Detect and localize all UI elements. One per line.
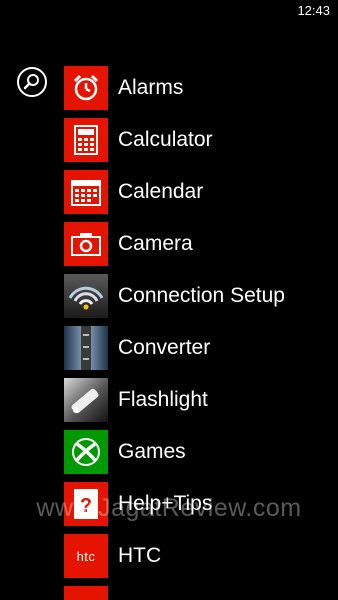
flashlight-icon xyxy=(64,378,108,422)
app-item-htc[interactable]: htc HTC xyxy=(64,534,338,578)
app-item-help-tips[interactable]: ? Help+Tips xyxy=(64,482,338,526)
app-item-calendar[interactable]: Calendar xyxy=(64,170,338,214)
app-item-calculator[interactable]: Calculator xyxy=(64,118,338,162)
converter-icon xyxy=(64,326,108,370)
app-label: Calculator xyxy=(118,128,213,151)
status-bar: 12:43 xyxy=(0,0,338,24)
alarm-clock-icon xyxy=(64,66,108,110)
calendar-icon xyxy=(64,170,108,214)
xbox-icon xyxy=(64,430,108,474)
app-label: Converter xyxy=(118,336,211,359)
app-label: Flashlight xyxy=(118,388,208,411)
svg-text:?: ? xyxy=(80,495,92,517)
app-label: HTC xyxy=(118,544,162,567)
search-icon xyxy=(23,74,39,90)
calculator-icon xyxy=(64,118,108,162)
app-label: Help+Tips xyxy=(118,492,213,515)
app-item-flashlight[interactable]: Flashlight xyxy=(64,378,338,422)
app-item-alarms[interactable]: Alarms xyxy=(64,66,338,110)
app-label: Alarms xyxy=(118,76,184,99)
camera-icon xyxy=(64,222,108,266)
wifi-signal-icon xyxy=(64,274,108,318)
search-button[interactable] xyxy=(17,67,47,97)
status-time: 12:43 xyxy=(297,3,330,18)
app-list: Alarms Calculator Calendar Camera Connec… xyxy=(64,66,338,586)
htc-tile-text: htc xyxy=(76,548,96,564)
htc-logo-icon: htc xyxy=(64,534,108,578)
app-label: Calendar xyxy=(118,180,204,203)
app-item-connection-setup[interactable]: Connection Setup xyxy=(64,274,338,318)
app-item-converter[interactable]: Converter xyxy=(64,326,338,370)
app-item-camera[interactable]: Camera xyxy=(64,222,338,266)
app-label: Games xyxy=(118,440,186,463)
partial-app-tile[interactable] xyxy=(64,586,108,600)
app-label: Connection Setup xyxy=(118,284,285,307)
app-label: Camera xyxy=(118,232,193,255)
help-icon: ? xyxy=(64,482,108,526)
app-item-games[interactable]: Games xyxy=(64,430,338,474)
